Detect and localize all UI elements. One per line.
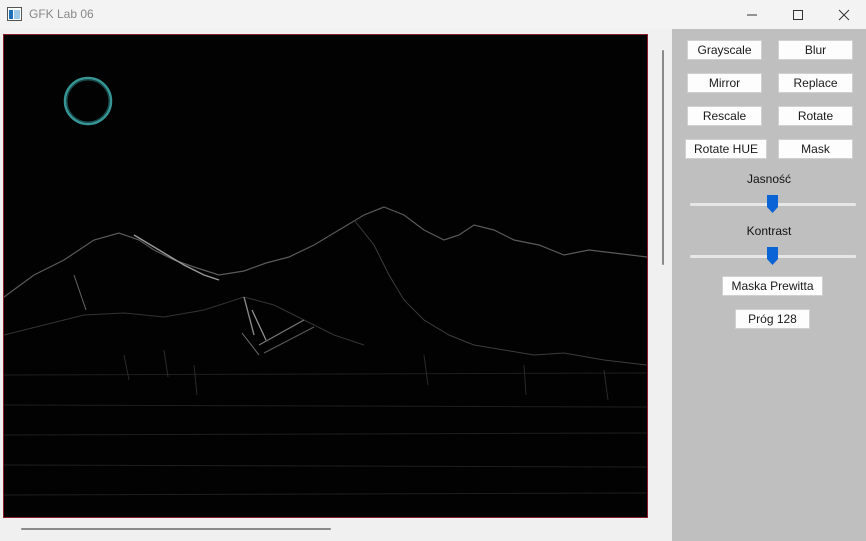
mirror-button[interactable]: Mirror <box>687 73 762 93</box>
contrast-label: Kontrast <box>746 224 792 238</box>
prewitt-mask-button[interactable]: Maska Prewitta <box>722 276 823 296</box>
threshold-button[interactable]: Próg 128 <box>735 309 810 329</box>
maximize-button[interactable] <box>775 0 821 29</box>
vertical-scroll-thumb[interactable] <box>662 50 664 265</box>
title-bar: GFK Lab 06 <box>0 0 866 29</box>
window-title: GFK Lab 06 <box>29 7 94 21</box>
rotate-button[interactable]: Rotate <box>778 106 853 126</box>
close-icon <box>838 9 850 20</box>
contrast-slider[interactable] <box>690 247 856 265</box>
replace-button[interactable]: Replace <box>778 73 853 93</box>
control-panel: Grayscale Blur Mirror Replace Rescale Ro… <box>672 29 866 541</box>
brightness-slider-thumb[interactable] <box>767 195 778 213</box>
minimize-button[interactable] <box>729 0 775 29</box>
mask-button[interactable]: Mask <box>778 139 853 159</box>
close-button[interactable] <box>821 0 866 29</box>
contrast-slider-thumb[interactable] <box>767 247 778 265</box>
grayscale-button[interactable]: Grayscale <box>687 40 762 60</box>
brightness-label: Jasność <box>746 172 792 186</box>
brightness-slider[interactable] <box>690 195 856 213</box>
blur-button[interactable]: Blur <box>778 40 853 60</box>
horizontal-scroll-thumb[interactable] <box>21 528 331 530</box>
maximize-icon <box>793 9 803 20</box>
rescale-button[interactable]: Rescale <box>687 106 762 126</box>
image-canvas <box>3 34 648 518</box>
vertical-scrollbar[interactable] <box>655 34 671 518</box>
minimize-icon <box>747 14 757 15</box>
edge-detected-image <box>4 35 647 517</box>
horizontal-scrollbar[interactable] <box>3 520 655 536</box>
rotate-hue-button[interactable]: Rotate HUE <box>685 139 767 159</box>
app-icon <box>7 7 22 21</box>
